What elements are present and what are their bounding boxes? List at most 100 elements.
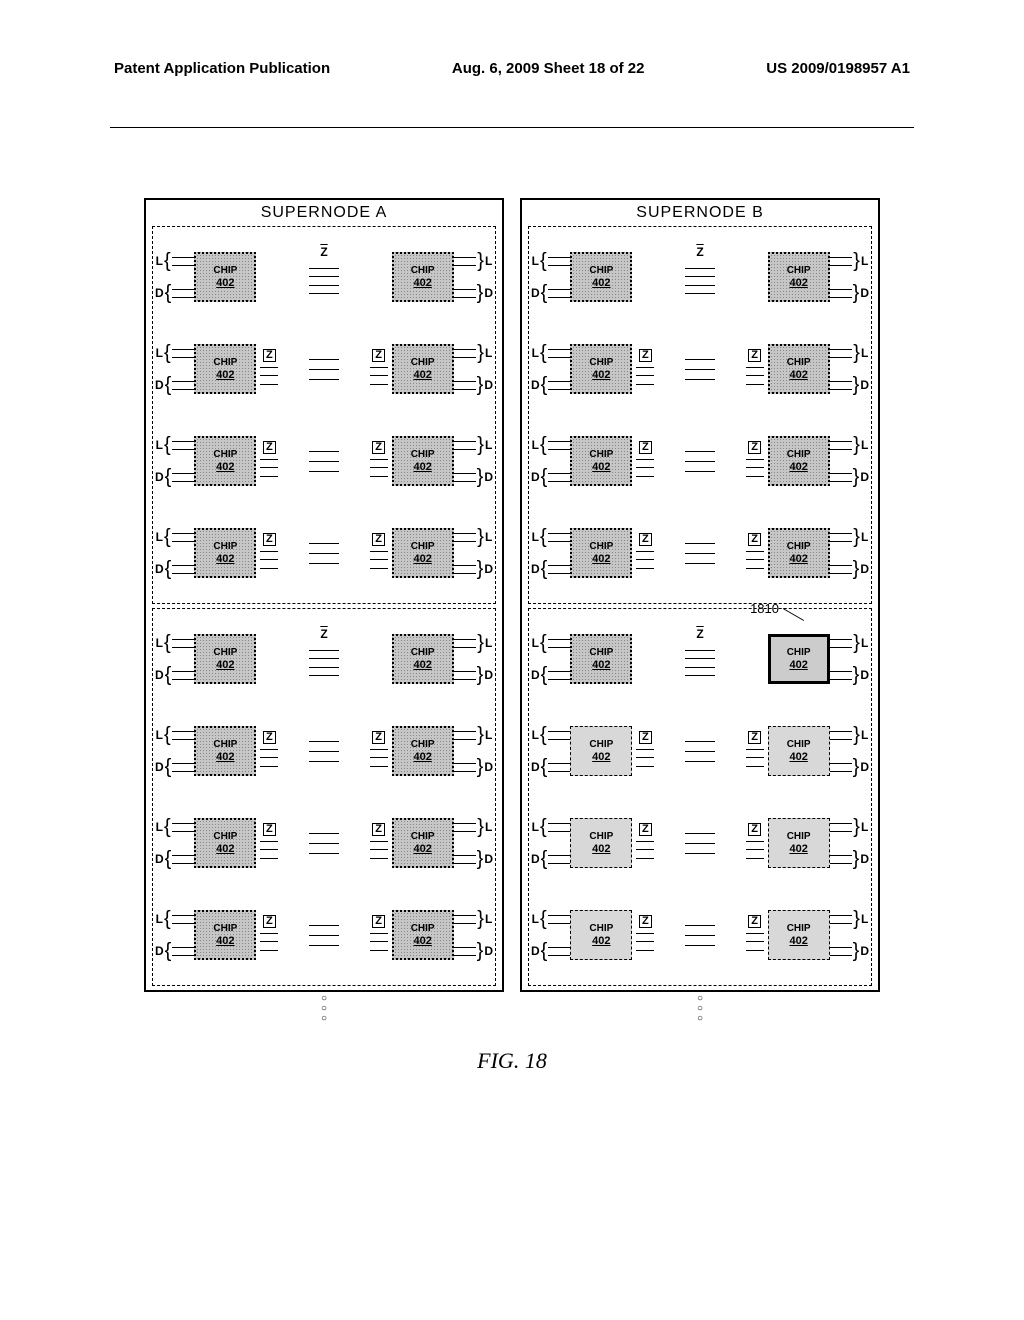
bus-lines: [548, 723, 570, 747]
chip-label: CHIP: [787, 265, 811, 276]
supernode-b-frame: SUPERNODE B LD CHIP402ZCHIP402 LD LD CHI…: [520, 198, 880, 992]
brace-icon: [853, 379, 860, 391]
brace-icon: [541, 669, 548, 681]
continuation-dots: ○○○: [144, 992, 504, 1030]
z-label: Z: [372, 349, 385, 362]
chip-area: CHIP402ZZCHIP402: [570, 726, 829, 776]
chip-block: CHIP402: [392, 528, 454, 578]
bus-lines: [454, 939, 476, 963]
brace-icon: [853, 945, 860, 957]
bus-lines: [830, 281, 852, 305]
brace-icon: [477, 669, 484, 681]
l-label: L: [485, 254, 492, 268]
chip-cell: CHIP402 Z: [194, 528, 280, 578]
d-label: D: [484, 944, 493, 958]
z-label: Z: [639, 731, 652, 744]
chip-cell: ZCHIP402: [368, 726, 454, 776]
d-label: D: [484, 852, 493, 866]
l-label: L: [532, 912, 539, 926]
bus-lines: [746, 837, 764, 863]
chip-area: CHIP402ZZCHIP402: [570, 818, 829, 868]
brace-icon: [477, 379, 484, 391]
chip-row: L D CHIP402 Z Z CHIP402: [155, 415, 493, 507]
bus-lines: [746, 929, 764, 955]
z-center: Z: [685, 248, 715, 306]
z-label: Z: [748, 533, 761, 546]
bus-lines: [548, 755, 570, 779]
d-label: D: [860, 562, 869, 576]
bus-lines: [172, 525, 194, 549]
chip-block-highlighted: CHIP402: [768, 726, 830, 776]
chip-ref: 402: [592, 751, 610, 763]
bus-lines: [454, 341, 476, 365]
supernode-b: SUPERNODE B LD CHIP402ZCHIP402 LD LD CHI…: [520, 198, 880, 1030]
chip-ref: 402: [592, 553, 610, 565]
z-side: Z: [634, 915, 656, 955]
left-bus-stack: LD: [155, 815, 194, 871]
z-side: Z: [258, 349, 280, 389]
bus-lines: [172, 249, 194, 273]
chip-row: LD CHIP402ZZCHIP402 LD: [531, 889, 869, 981]
left-bus-stack: LD: [531, 631, 570, 687]
right-bus-stack: LD: [454, 815, 493, 871]
d-label: D: [155, 852, 164, 866]
z-label: Z: [263, 349, 276, 362]
header-left: Patent Application Publication: [114, 60, 330, 77]
left-bus-stack: L D: [155, 249, 194, 305]
chip-label: CHIP: [787, 541, 811, 552]
right-bus-stack: LD: [830, 525, 869, 581]
brace-icon: [165, 945, 172, 957]
chip-block-highlighted: CHIP402: [768, 910, 830, 960]
bus-lines: [548, 847, 570, 871]
chip-block: CHIP402: [768, 528, 830, 578]
diagram: SUPERNODE A L D CHIP: [110, 198, 914, 1030]
chip-block: CHIP402: [768, 252, 830, 302]
header-center: Aug. 6, 2009 Sheet 18 of 22: [452, 60, 645, 77]
brace-icon: [164, 913, 171, 925]
brace-icon: [540, 439, 547, 451]
brace-icon: [853, 853, 860, 865]
z-side: Z: [368, 533, 390, 573]
z-label: Z: [372, 731, 385, 744]
bus-lines: [454, 373, 476, 397]
bus-lines: [548, 557, 570, 581]
z-side: Z: [634, 823, 656, 863]
l-label: L: [485, 346, 492, 360]
chip-ref: 402: [592, 277, 610, 289]
chip-block-highlighted: CHIP402: [768, 634, 830, 684]
supernode-b-title: SUPERNODE B: [522, 200, 878, 224]
bus-lines: [454, 631, 476, 655]
brace-icon: [540, 913, 547, 925]
brace-icon: [165, 669, 172, 681]
chip-row: LD CHIP402ZZCHIP402 LD: [531, 415, 869, 507]
brace-icon: [477, 853, 484, 865]
right-bus-stack: LD: [830, 815, 869, 871]
chip-ref: 402: [592, 659, 610, 671]
chip-ref: 402: [216, 553, 234, 565]
chip-cell: CHIP402Z: [570, 910, 656, 960]
right-bus-stack: L D: [454, 433, 493, 489]
d-label: D: [155, 470, 164, 484]
chip-area: CHIP 402 Z CHIP 402: [194, 248, 453, 306]
right-bus-stack: L D: [454, 631, 493, 687]
chip-ref: 402: [789, 751, 807, 763]
bus-lines: [172, 847, 194, 871]
chip-ref: 402: [789, 843, 807, 855]
inter-bus: [685, 910, 715, 960]
bus-lines: [746, 455, 764, 481]
chip-ref: 402: [216, 461, 234, 473]
bus-lines: [830, 557, 852, 581]
chip-cell: CHIP402Z: [570, 344, 656, 394]
right-bus-stack: LD: [830, 631, 869, 687]
inter-bus: [685, 344, 715, 394]
page: Patent Application Publication Aug. 6, 2…: [0, 0, 1024, 1320]
l-label: L: [861, 728, 868, 742]
chip-block: CHIP402: [194, 634, 256, 684]
chip-block: CHIP402: [392, 436, 454, 486]
chip-ref: 402: [413, 369, 431, 381]
bus-lines: [370, 745, 388, 771]
brace-icon: [853, 255, 860, 267]
inter-bus: [685, 818, 715, 868]
left-bus-stack: L D: [155, 525, 194, 581]
bus-lines: [636, 837, 654, 863]
